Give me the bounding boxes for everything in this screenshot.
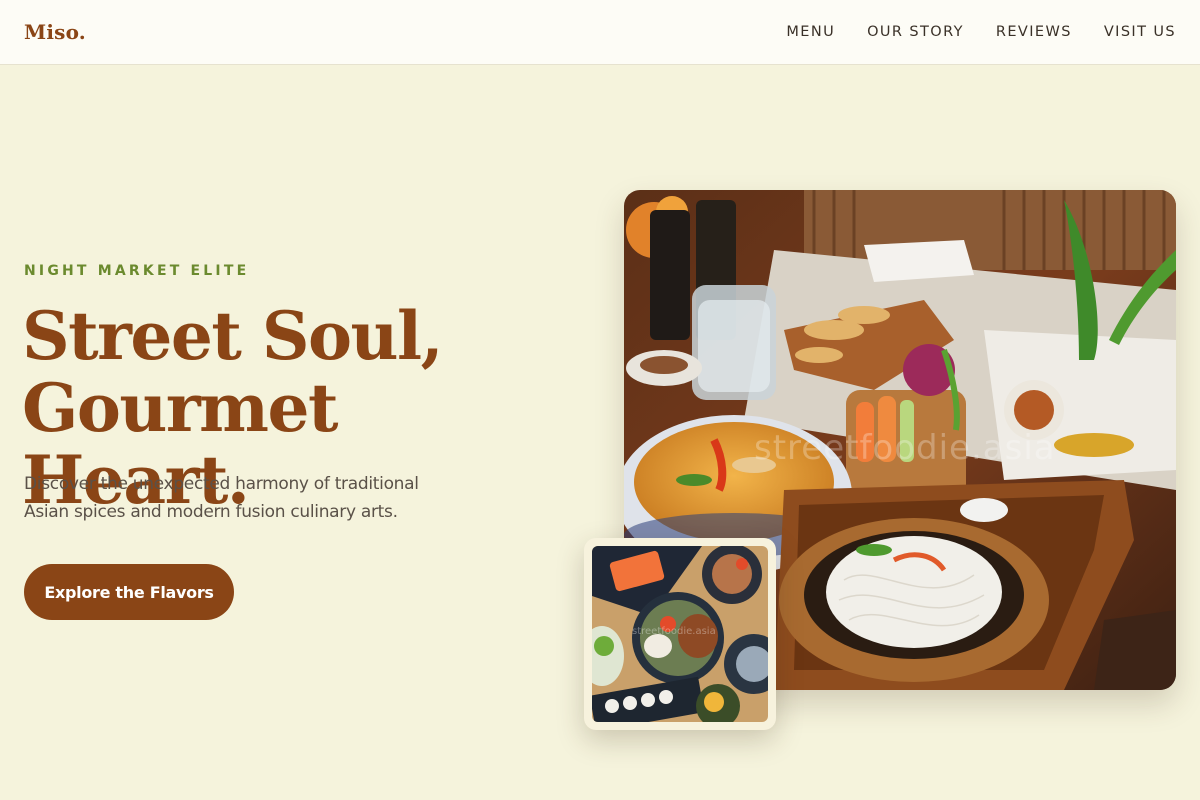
nav-link-visit-us[interactable]: VISIT US xyxy=(1104,24,1176,40)
nav-link-our-story[interactable]: OUR STORY xyxy=(867,24,964,40)
hero-headline-line-1: Street Soul, xyxy=(22,297,444,375)
hero-thumbnail-card: streetfoodie.asia xyxy=(584,538,776,730)
explore-flavors-button[interactable]: Explore the Flavors xyxy=(24,564,234,620)
nav-link-reviews[interactable]: REVIEWS xyxy=(996,24,1072,40)
main-nav: MENU OUR STORY REVIEWS VISIT US xyxy=(786,24,1176,40)
site-header: Miso. MENU OUR STORY REVIEWS VISIT US xyxy=(0,0,1200,65)
food-spread-illustration xyxy=(592,546,768,722)
logo[interactable]: Miso. xyxy=(24,20,86,44)
hero-subtitle: Discover the unexpected harmony of tradi… xyxy=(24,474,419,522)
hero-thumbnail-image: streetfoodie.asia xyxy=(592,546,768,722)
hero-eyebrow: NIGHT MARKET ELITE xyxy=(24,263,250,279)
nav-link-menu[interactable]: MENU xyxy=(786,24,835,40)
